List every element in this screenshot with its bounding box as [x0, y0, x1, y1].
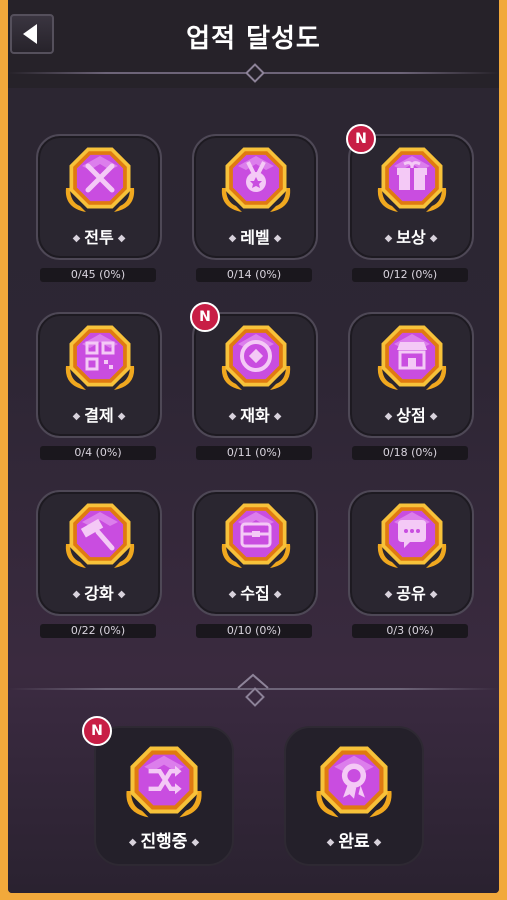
- category-progress: 0/22 (0%): [40, 624, 156, 638]
- category-emblem: [216, 494, 296, 574]
- achievement-category-6[interactable]: ◆ 상점 ◆: [348, 312, 474, 438]
- tab-label-text: 완료: [338, 832, 370, 852]
- tab-label-text: 진행중: [140, 832, 188, 852]
- category-label-text: 강화: [84, 584, 114, 603]
- tab-label: ◆ 완료 ◆: [326, 832, 382, 852]
- category-emblem: [216, 138, 296, 218]
- achievement-category-1[interactable]: ◆ 전투 ◆: [36, 134, 162, 260]
- achievement-category-9[interactable]: ◆ 공유 ◆: [348, 490, 474, 616]
- category-label-text: 공유: [396, 584, 426, 603]
- category-progress: 0/12 (0%): [352, 268, 468, 282]
- new-badge: N: [190, 302, 220, 332]
- achievement-category-8[interactable]: ◆ 수집 ◆: [192, 490, 318, 616]
- category-label-text: 결제: [84, 406, 114, 425]
- achievement-category-4[interactable]: ◆ 결제 ◆: [36, 312, 162, 438]
- new-badge: N: [346, 124, 376, 154]
- category-label: ◆ 레벨 ◆: [228, 228, 282, 247]
- category-label: ◆ 상점 ◆: [384, 406, 438, 425]
- category-emblem: [60, 494, 140, 574]
- category-label-text: 수집: [240, 584, 270, 603]
- category-label-text: 보상: [396, 228, 426, 247]
- category-progress: 0/11 (0%): [196, 446, 312, 460]
- tab-label: ◆ 진행중 ◆: [128, 832, 200, 852]
- new-badge: N: [82, 716, 112, 746]
- category-label: ◆ 강화 ◆: [72, 584, 126, 603]
- category-label-text: 재화: [240, 406, 270, 425]
- ribbon-award-icon: [341, 763, 367, 799]
- category-emblem: [372, 494, 452, 574]
- category-emblem: [60, 316, 140, 396]
- category-label: ◆ 전투 ◆: [72, 228, 126, 247]
- tab-emblem: [310, 736, 398, 824]
- category-progress: 0/3 (0%): [352, 624, 468, 638]
- achievement-category-5[interactable]: ◆ 재화 ◆: [192, 312, 318, 438]
- game-screen: 업적 달성도 ◆ 전투 ◆ 0/45 (0%) ◆ 레벨 ◆ 0/14 (0%) ◆ 보상 ◆ 0/1…: [8, 0, 499, 893]
- tab-emblem: [120, 736, 208, 824]
- category-emblem: [372, 138, 452, 218]
- category-progress: 0/18 (0%): [352, 446, 468, 460]
- category-label-text: 레벨: [240, 228, 270, 247]
- category-emblem: [372, 316, 452, 396]
- tab-completed[interactable]: ◆ 완료 ◆: [284, 726, 424, 866]
- category-emblem: [216, 316, 296, 396]
- category-label: ◆ 공유 ◆: [384, 584, 438, 603]
- bottom-panel: [8, 690, 499, 893]
- category-emblem: [60, 138, 140, 218]
- category-progress: 0/4 (0%): [40, 446, 156, 460]
- category-label-text: 상점: [396, 406, 426, 425]
- category-label: ◆ 보상 ◆: [384, 228, 438, 247]
- category-progress: 0/14 (0%): [196, 268, 312, 282]
- category-label: ◆ 수집 ◆: [228, 584, 282, 603]
- category-label-text: 전투: [84, 228, 114, 247]
- page-title: 업적 달성도: [186, 24, 321, 54]
- achievement-category-3[interactable]: ◆ 보상 ◆: [348, 134, 474, 260]
- category-label: ◆ 결제 ◆: [72, 406, 126, 425]
- category-progress: 0/45 (0%): [40, 268, 156, 282]
- category-progress: 0/10 (0%): [196, 624, 312, 638]
- achievement-category-7[interactable]: ◆ 강화 ◆: [36, 490, 162, 616]
- achievement-category-2[interactable]: ◆ 레벨 ◆: [192, 134, 318, 260]
- category-label: ◆ 재화 ◆: [228, 406, 282, 425]
- tab-in-progress[interactable]: ◆ 진행중 ◆: [94, 726, 234, 866]
